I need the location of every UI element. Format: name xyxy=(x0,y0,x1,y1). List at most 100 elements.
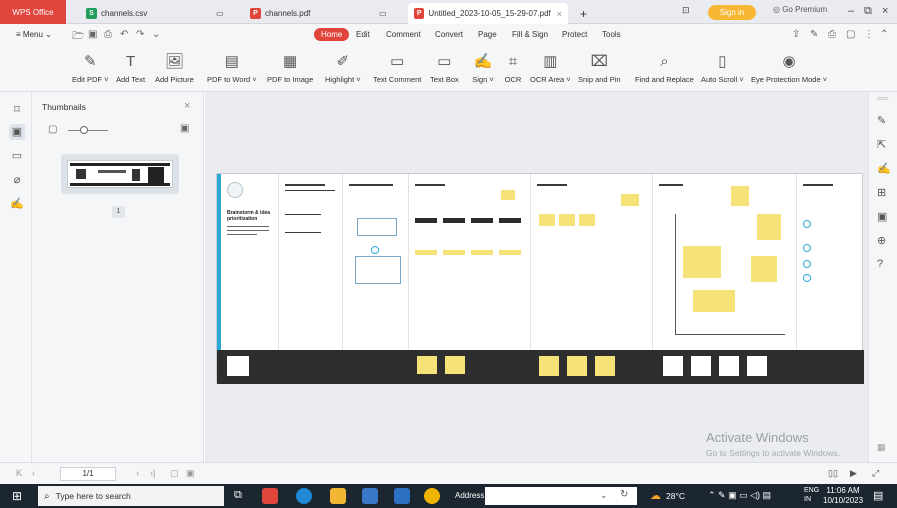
tab-home[interactable]: Home xyxy=(314,28,350,41)
collapse-icon[interactable]: ⌃ xyxy=(880,29,888,40)
layout-icon[interactable]: ⊡ xyxy=(682,5,690,16)
tab-protect[interactable]: Protect xyxy=(562,30,587,39)
more-icon[interactable]: ⋮ xyxy=(864,29,874,40)
read-mode-icon[interactable]: ▯▯ xyxy=(828,468,838,479)
tab-convert[interactable]: Convert xyxy=(435,30,463,39)
tab-monitor-icon[interactable]: ▭ xyxy=(373,3,393,24)
ocr-button[interactable]: ⌗ OCR xyxy=(502,50,524,85)
highlight-button[interactable]: ✐ Highlight ˅ xyxy=(325,50,361,84)
edit-pdf-button[interactable]: ✎ Edit PDF ˅ xyxy=(72,50,108,84)
go-premium-button[interactable]: ◎ Go Premium xyxy=(773,5,827,14)
add-text-button[interactable]: T Add Text xyxy=(116,50,145,85)
notification-icon[interactable]: ▤ xyxy=(873,489,883,502)
minimize-button[interactable]: – xyxy=(848,5,854,17)
export-icon[interactable]: ⇱ xyxy=(877,138,886,151)
edit-icon[interactable]: ✎ xyxy=(810,29,818,40)
tab-edit[interactable]: Edit xyxy=(356,30,370,39)
signature-icon[interactable]: ✍ xyxy=(9,196,25,212)
zoom-slider-handle[interactable] xyxy=(80,126,88,134)
restore-button[interactable]: ⧉ xyxy=(864,5,872,18)
play-icon[interactable]: ▶ xyxy=(850,468,857,479)
weather-icon[interactable]: ☁ xyxy=(650,489,661,502)
tab-comment[interactable]: Comment xyxy=(386,30,421,39)
comment-icon[interactable]: ▭ xyxy=(9,148,25,164)
pdf-to-image-button[interactable]: ▦ PDF to Image xyxy=(267,50,313,84)
tab-page[interactable]: Page xyxy=(478,30,497,39)
page-number-input[interactable]: 1/1 xyxy=(60,467,116,481)
document-canvas[interactable]: Brainstorm & idea prioritization Activat… xyxy=(205,92,868,462)
first-page-icon[interactable]: K xyxy=(16,468,22,478)
taskbar-search[interactable]: ⌕ Type here to search xyxy=(38,486,224,506)
zoom-slider[interactable] xyxy=(68,130,108,131)
double-page-icon[interactable]: ▣ xyxy=(186,468,195,479)
tab-tools[interactable]: Tools xyxy=(602,30,621,39)
tab-channels-csv[interactable]: S channels.csv xyxy=(80,3,153,24)
zoom-out-icon[interactable]: ▢ xyxy=(48,124,57,135)
thumbnails-icon[interactable]: ▣ xyxy=(9,124,25,140)
tab-channels-pdf[interactable]: P channels.pdf xyxy=(244,3,316,24)
text-box-button[interactable]: ▭ Text Box xyxy=(430,50,459,84)
add-picture-button[interactable]: 🖼 Add Picture xyxy=(155,50,194,84)
print-icon[interactable]: ⎙ xyxy=(104,29,112,40)
mail-icon[interactable] xyxy=(394,488,410,504)
close-icon[interactable]: × xyxy=(184,100,190,112)
close-icon[interactable]: × xyxy=(557,9,562,19)
text-comment-button[interactable]: ▭ Text Comment xyxy=(373,50,421,84)
page-icon[interactable]: ▣ xyxy=(877,210,887,223)
sign-button[interactable]: ✍ Sign ˅ xyxy=(472,50,494,84)
find-and-replace-button[interactable]: ⌕ Find and Replace xyxy=(635,50,694,85)
tab-untitled-pdf[interactable]: P Untitled_2023-10-05_15-29-07.pdf × xyxy=(408,3,568,24)
clock[interactable]: 11:06 AM 10/10/2023 xyxy=(823,486,863,506)
eye-protection-button[interactable]: ◉ Eye Protection Mode ˅ xyxy=(751,50,827,84)
edge-icon[interactable] xyxy=(296,488,312,504)
new-tab-button[interactable]: + xyxy=(574,3,593,24)
next-page-icon[interactable]: › xyxy=(136,468,139,478)
tab-wps-office[interactable]: WPS Office xyxy=(0,0,66,24)
share-icon[interactable]: ⇪ xyxy=(792,29,800,40)
comment-icon[interactable]: ▢ xyxy=(846,29,855,40)
auto-scroll-icon: ▯ xyxy=(718,53,727,70)
dropdown-icon[interactable]: ⌄ xyxy=(600,490,608,501)
sign-icon[interactable]: ✍ xyxy=(877,162,891,175)
refresh-icon[interactable]: ↻ xyxy=(620,489,628,500)
pdf-to-word-button[interactable]: ▤ PDF to Word ˅ xyxy=(207,50,257,84)
task-view-icon[interactable]: ⧉ xyxy=(234,489,242,502)
language-indicator[interactable]: ENG IN xyxy=(804,486,819,504)
address-input[interactable] xyxy=(485,487,637,505)
menu-button[interactable]: ≡ Menu ⌄ xyxy=(16,30,52,39)
attachment-icon[interactable]: ⌀ xyxy=(9,172,25,188)
prev-page-icon[interactable]: ‹ xyxy=(32,468,35,478)
zoom-icon[interactable]: ⊕ xyxy=(877,234,886,247)
edit-icon[interactable]: ✎ xyxy=(877,114,886,127)
help-icon[interactable]: ? xyxy=(877,258,883,270)
last-page-icon[interactable]: ›| xyxy=(150,468,155,478)
page-thumbnail[interactable] xyxy=(61,154,179,194)
undo-icon[interactable]: ↶ xyxy=(120,29,128,40)
dropdown-icon[interactable]: ⌄ xyxy=(152,29,160,40)
tab-fill-sign[interactable]: Fill & Sign xyxy=(512,30,548,39)
sign-in-button[interactable]: Sign in xyxy=(708,5,756,20)
print-icon[interactable]: ⎙ xyxy=(828,29,836,40)
windows-start-icon[interactable]: ⊞ xyxy=(12,489,22,503)
auto-scroll-button[interactable]: ▯ Auto Scroll ˅ xyxy=(701,50,744,84)
compare-icon[interactable]: ⊞ xyxy=(877,186,886,199)
fullscreen-icon[interactable]: ⤢ xyxy=(872,468,879,479)
bookmark-icon[interactable]: ⌑ xyxy=(9,102,25,118)
grid-view-icon[interactable]: ▦ xyxy=(877,442,886,453)
chrome-icon[interactable] xyxy=(424,488,440,504)
save-icon[interactable]: ▣ xyxy=(88,29,97,40)
close-window-button[interactable]: × xyxy=(882,5,888,17)
drag-handle-icon[interactable]: ══ xyxy=(877,94,888,103)
wps-app-icon[interactable] xyxy=(262,488,278,504)
single-page-icon[interactable]: ▢ xyxy=(170,468,179,479)
ocr-area-button[interactable]: ▥ OCR Area ˅ xyxy=(530,50,571,84)
open-icon[interactable]: 🗁 xyxy=(72,29,84,46)
system-tray-icons[interactable]: ⌃ ✎ ▣ ▭ ◁) ▤ xyxy=(708,490,771,501)
tab-label: channels.csv xyxy=(101,9,148,18)
zoom-in-icon[interactable]: ▣ xyxy=(180,123,189,134)
snip-and-pin-button[interactable]: ⌧ Snip and Pin xyxy=(578,50,621,84)
tab-monitor-icon[interactable]: ▭ xyxy=(210,3,230,24)
file-explorer-icon[interactable] xyxy=(330,488,346,504)
store-icon[interactable] xyxy=(362,488,378,504)
redo-icon[interactable]: ↷ xyxy=(136,29,144,40)
